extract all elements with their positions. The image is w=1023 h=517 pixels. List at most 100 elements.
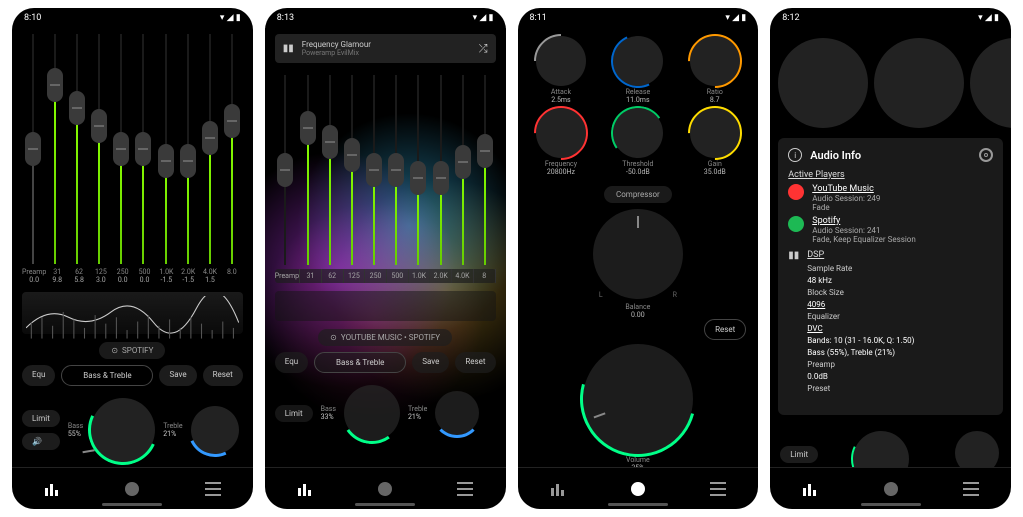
band-slider[interactable]	[177, 34, 198, 264]
band-slider[interactable]	[474, 75, 495, 265]
now-playing-bar[interactable]: ▮▮ Frequency GlamourPoweramp EvilMix ⤮	[275, 34, 496, 63]
threshold-knob[interactable]: Threshold-50.0dB	[600, 108, 675, 176]
eq-icon: ▮▮	[283, 43, 294, 54]
track-artist: Poweramp EvilMix	[302, 49, 471, 57]
attack-knob[interactable]: Attack2.5ms	[524, 36, 599, 104]
band-slider[interactable]	[89, 34, 110, 264]
nav-eq-icon[interactable]	[32, 474, 72, 504]
nav-menu-icon[interactable]	[193, 474, 233, 504]
home-indicator	[608, 503, 668, 506]
volume-icon[interactable]: 🔊	[22, 433, 60, 450]
band-slider[interactable]	[297, 75, 318, 265]
nav-eq-icon[interactable]	[538, 474, 578, 504]
dsp-bands: Bands: 10 (31 - 16.0K, Q: 1.50)	[807, 335, 993, 347]
phone-info-screen: 8:12 ▾ ◢ ▮ i Audio Info Active Players Y…	[770, 8, 1011, 509]
partial-knobs	[770, 419, 1011, 467]
nav-fx-icon[interactable]	[112, 474, 152, 504]
bass-treble-button[interactable]: Bass & Treble	[61, 365, 153, 386]
status-icons: ▾ ◢ ▮	[725, 13, 746, 23]
gain-knob[interactable]: Gain35.0dB	[677, 108, 752, 176]
bass-knob[interactable]	[344, 385, 400, 441]
bass-knob[interactable]	[91, 398, 155, 462]
dsp-dvc[interactable]: DVC	[807, 323, 993, 335]
player-item[interactable]: SpotifyAudio Session: 241Fade, Keep Equa…	[788, 216, 993, 244]
source-chip[interactable]: ⊙ YOUTUBE MUSIC • SPOTIFY	[318, 329, 452, 346]
band-slider[interactable]	[341, 75, 362, 265]
limit-button[interactable]: Limit	[275, 405, 313, 422]
band-slider[interactable]	[111, 34, 132, 264]
nav-fx-icon[interactable]	[871, 474, 911, 504]
treble-knob[interactable]	[435, 391, 479, 435]
volume-knob[interactable]: Volume35%	[518, 344, 759, 467]
save-button[interactable]: Save	[412, 352, 449, 373]
dsp-equalizer-label: Equalizer	[807, 311, 993, 323]
status-icons: ▾ ◢ ▮	[978, 13, 999, 23]
band-slider[interactable]	[408, 75, 429, 265]
clock: 8:10	[24, 13, 41, 23]
band-slider[interactable]	[452, 75, 473, 265]
band-slider[interactable]	[199, 34, 220, 264]
dsp-block-size[interactable]: 4096	[807, 299, 993, 311]
clock: 8:11	[530, 13, 547, 23]
release-knob[interactable]: Release11.0ms	[600, 36, 675, 104]
source-chip[interactable]: ⊙ SPOTIFY	[99, 342, 165, 359]
reset-button[interactable]: Reset	[455, 352, 495, 373]
spectrum	[22, 292, 243, 334]
save-button[interactable]: Save	[159, 365, 196, 386]
nav-menu-icon[interactable]	[445, 474, 485, 504]
panel-title: Audio Info	[810, 149, 971, 162]
active-players-heading: Active Players	[788, 170, 993, 180]
statusbar: 8:10 ▾ ◢ ▮	[12, 8, 253, 28]
band-slider[interactable]	[363, 75, 384, 265]
band-slider[interactable]	[133, 34, 154, 264]
treble-label: Treble21%	[408, 405, 427, 421]
band-slider[interactable]	[222, 34, 243, 264]
phone-eq-screen: 8:10 ▾ ◢ ▮ Preamp0.0 319.8 625.8 1253.0	[12, 8, 253, 509]
phone-visualizer-screen: 8:13 ▾ ◢ ▮ ▮▮ Frequency GlamourPoweramp …	[265, 8, 506, 509]
bass-label: Bass33%	[321, 405, 336, 421]
gear-icon[interactable]	[979, 148, 993, 162]
home-indicator	[355, 503, 415, 506]
nav-eq-icon[interactable]	[790, 474, 830, 504]
reset-button[interactable]: Reset	[203, 365, 243, 386]
equ-button[interactable]: Equ	[22, 365, 55, 386]
eq-sliders	[275, 75, 496, 265]
info-icon: i	[788, 148, 802, 162]
limit-button[interactable]: Limit	[22, 410, 60, 427]
home-indicator	[102, 503, 162, 506]
reset-button[interactable]: Reset	[704, 319, 746, 340]
nav-menu-icon[interactable]	[698, 474, 738, 504]
band-slider[interactable]	[155, 34, 176, 264]
band-slider[interactable]	[430, 75, 451, 265]
player-item[interactable]: YouTube MusicAudio Session: 249Fade	[788, 184, 993, 212]
dsp-bass-treble: Bass (55%), Treble (21%)	[807, 347, 993, 359]
balance-knob[interactable]: LR Balance0.00	[518, 209, 759, 319]
band-slider[interactable]	[319, 75, 340, 265]
preamp-slider[interactable]	[22, 34, 43, 264]
eq-sliders	[22, 34, 243, 264]
compressor-chip[interactable]: Compressor	[604, 186, 672, 203]
treble-knob[interactable]	[955, 431, 999, 467]
equ-button[interactable]: Equ	[275, 352, 308, 373]
dsp-heading: DSP	[807, 250, 993, 260]
nav-fx-icon[interactable]	[618, 474, 658, 504]
knob-grid: Attack2.5ms Release11.0ms Ratio8.7 Frequ…	[518, 28, 759, 180]
status-icons: ▾ ◢ ▮	[220, 13, 241, 23]
nav-eq-icon[interactable]	[285, 474, 325, 504]
band-slider[interactable]	[66, 34, 87, 264]
youtube-music-icon	[788, 184, 804, 200]
bass-treble-button[interactable]: Bass & Treble	[314, 352, 406, 373]
treble-knob[interactable]	[191, 406, 239, 454]
band-slider[interactable]	[386, 75, 407, 265]
preamp-slider[interactable]	[275, 75, 296, 265]
dsp-sample-rate-label: Sample Rate	[807, 263, 993, 275]
nav-menu-icon[interactable]	[951, 474, 991, 504]
dsp-sample-rate: 48 kHz	[807, 275, 993, 287]
ratio-knob[interactable]: Ratio8.7	[677, 36, 752, 104]
phone-fx-screen: 8:11 ▾ ◢ ▮ Attack2.5ms Release11.0ms Rat…	[518, 8, 759, 509]
shuffle-icon[interactable]: ⤮	[479, 42, 488, 56]
bass-knob[interactable]	[853, 431, 909, 467]
nav-fx-icon[interactable]	[365, 474, 405, 504]
band-slider[interactable]	[44, 34, 65, 264]
frequency-knob[interactable]: Frequency20800Hz	[524, 108, 599, 176]
